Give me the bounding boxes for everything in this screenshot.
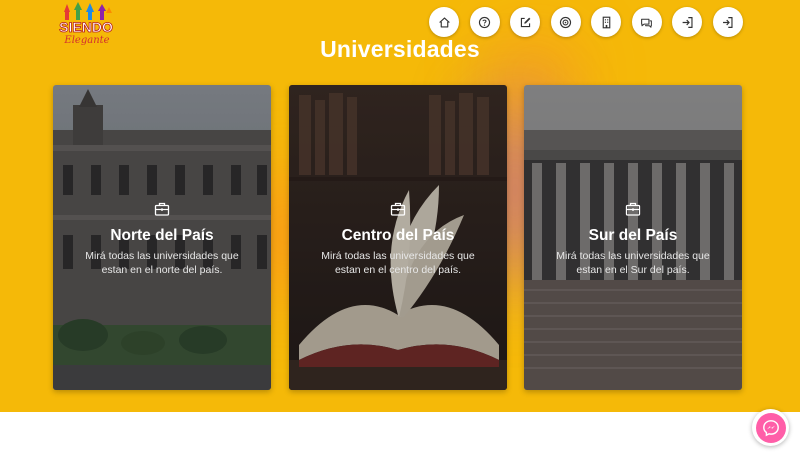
card-title: Centro del País — [341, 227, 455, 244]
top-nav — [429, 7, 753, 37]
card-norte[interactable]: Norte del País Mirá todas las universida… — [53, 85, 271, 390]
home-icon — [438, 16, 450, 28]
card-content: Norte del País Mirá todas las universida… — [53, 201, 271, 277]
card-centro[interactable]: Centro del País Mirá todas las universid… — [289, 85, 507, 390]
card-content: Centro del País Mirá todas las universid… — [289, 201, 507, 277]
target-icon — [559, 16, 572, 28]
messenger-chat-button[interactable] — [752, 409, 789, 446]
nav-signup-button[interactable] — [712, 7, 743, 37]
card-description: Mirá todas las universidades que estan e… — [85, 250, 239, 276]
card-sur[interactable]: Sur del País Mirá todas las universidade… — [524, 85, 742, 390]
nav-target-button[interactable] — [550, 7, 581, 37]
card-description: Mirá todas las universidades que estan e… — [556, 250, 710, 276]
page-title: Universidades — [320, 36, 480, 62]
card-title: Norte del País — [110, 227, 214, 244]
help-icon — [478, 16, 491, 28]
messenger-badge — [755, 412, 786, 443]
nav-chat-button[interactable] — [631, 7, 662, 37]
nav-login-button[interactable] — [672, 7, 702, 37]
login-icon — [682, 16, 693, 28]
briefcase-icon — [390, 202, 406, 216]
briefcase-icon — [625, 202, 641, 216]
signup-icon — [723, 16, 733, 28]
messenger-icon — [762, 419, 779, 436]
building-icon — [602, 16, 610, 28]
briefcase-icon — [154, 202, 170, 216]
nav-home-button[interactable] — [429, 7, 459, 37]
card-description: Mirá todas las universidades que estan e… — [321, 250, 475, 276]
chat-icon — [641, 18, 652, 28]
nav-edit-button[interactable] — [510, 7, 540, 37]
nav-buildings-button[interactable] — [591, 7, 621, 37]
card-content: Sur del País Mirá todas las universidade… — [524, 201, 742, 277]
edit-icon — [520, 17, 530, 27]
card-title: Sur del País — [588, 227, 678, 244]
hero-section: SIENDO Elegante Universidades Norte del … — [0, 0, 800, 412]
svg-text:SIENDO: SIENDO — [59, 19, 113, 35]
nav-help-button[interactable] — [469, 7, 500, 37]
